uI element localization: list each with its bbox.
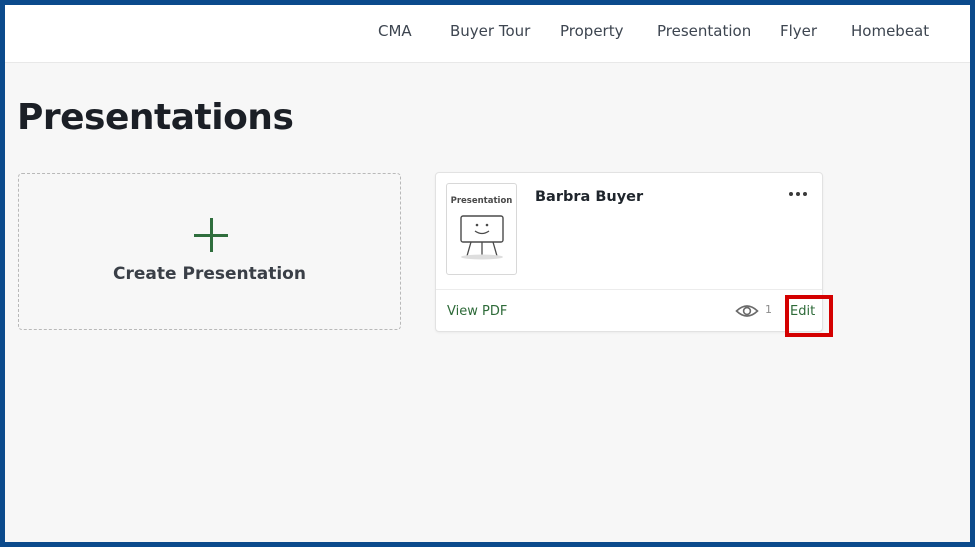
nav-item-property[interactable]: Property [560,22,623,40]
eye-icon [735,305,759,317]
nav-item-presentation[interactable]: Presentation [657,22,751,40]
presentation-board-icon [460,215,504,260]
nav-item-flyer[interactable]: Flyer [780,22,817,40]
card-divider [436,289,822,290]
app-window: CMA Buyer Tour Property Presentation Fly… [0,0,975,547]
presentation-card: Presentation Barbra Buyer View PDF 1 Edi… [435,172,823,332]
view-count: 1 [765,303,772,316]
nav-item-cma[interactable]: CMA [378,22,412,40]
presentation-thumbnail[interactable]: Presentation [446,183,517,275]
more-options-icon[interactable] [788,187,810,201]
presentation-name[interactable]: Barbra Buyer [535,189,643,205]
nav-item-buyer-tour[interactable]: Buyer Tour [450,22,530,40]
plus-icon [194,218,228,252]
edit-link[interactable]: Edit [790,304,815,319]
create-presentation-label: Create Presentation [113,264,306,284]
top-navigation: CMA Buyer Tour Property Presentation Fly… [5,5,970,63]
thumbnail-label: Presentation [450,196,513,206]
view-pdf-link[interactable]: View PDF [447,304,507,319]
page-title: Presentations [17,97,294,138]
nav-item-homebeat[interactable]: Homebeat [851,22,929,40]
create-presentation-card[interactable]: Create Presentation [18,173,401,330]
